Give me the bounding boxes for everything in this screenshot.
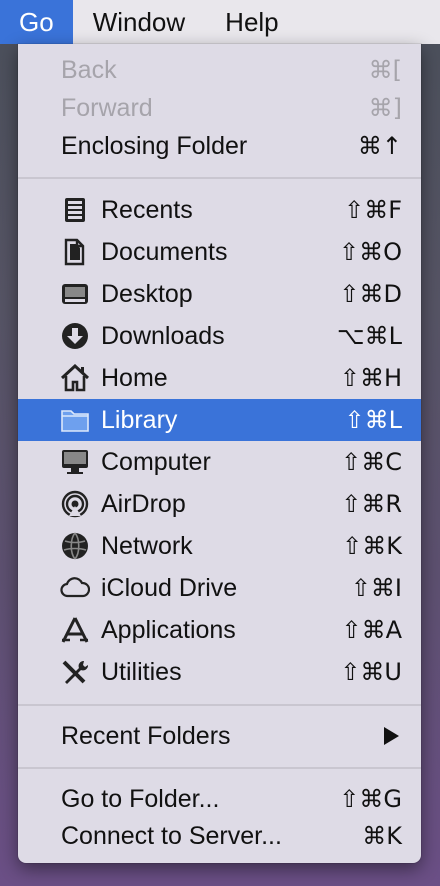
menu-item-label: Back: [61, 55, 117, 84]
menu-item-label: Utilities: [101, 657, 182, 686]
menu-item-downloads[interactable]: Downloads ⌥⌘L: [18, 315, 421, 357]
menu-item-shortcut: ⌘[: [368, 56, 402, 84]
documents-icon: [60, 238, 90, 266]
menu-item-computer[interactable]: Computer ⇧⌘C: [18, 441, 421, 483]
menu-separator: [18, 704, 421, 706]
network-icon: [60, 532, 90, 560]
menu-separator: [18, 767, 421, 769]
desktop-icon: [60, 280, 90, 308]
menu-item-library[interactable]: Library ⇧⌘L: [18, 399, 421, 441]
menu-item-shortcut: ⇧⌘A: [341, 616, 402, 644]
menu-item-label: AirDrop: [101, 489, 186, 518]
menu-item-go-to-folder[interactable]: Go to Folder... ⇧⌘G: [18, 778, 421, 820]
go-menu: Back ⌘[ Forward ⌘] Enclosing Folder ⌘↑ R…: [18, 44, 421, 863]
recents-icon: [60, 196, 90, 224]
menu-item-label: Forward: [61, 93, 153, 122]
menu-item-network[interactable]: Network ⇧⌘K: [18, 525, 421, 567]
menu-item-label: Downloads: [101, 321, 225, 350]
menu-item-label: Applications: [101, 615, 236, 644]
computer-icon: [60, 448, 90, 476]
menu-item-label: Desktop: [101, 279, 193, 308]
menu-item-desktop[interactable]: Desktop ⇧⌘D: [18, 273, 421, 315]
applications-icon: [60, 616, 90, 644]
menu-item-icloud-drive[interactable]: iCloud Drive ⇧⌘I: [18, 567, 421, 609]
menu-item-shortcut: ⇧⌘D: [339, 280, 402, 308]
menu-item-shortcut: ⌘K: [362, 822, 402, 850]
folder-icon: [60, 406, 90, 434]
menu-item-shortcut: ⇧⌘G: [339, 785, 402, 813]
menu-item-label: Network: [101, 531, 193, 560]
menu-item-shortcut: ⇧⌘K: [342, 532, 402, 560]
menu-item-shortcut: ⇧⌘L: [344, 406, 402, 434]
menu-item-home[interactable]: Home ⇧⌘H: [18, 357, 421, 399]
downloads-icon: [60, 322, 90, 350]
menubar-window[interactable]: Window: [73, 0, 205, 44]
menu-item-label: Computer: [101, 447, 211, 476]
menubar-go[interactable]: Go: [0, 0, 73, 44]
menu-separator: [18, 177, 421, 179]
menu-item-connect-to-server[interactable]: Connect to Server... ⌘K: [18, 815, 421, 857]
menu-item-shortcut: ⇧⌘H: [339, 364, 402, 392]
menu-item-shortcut: ⇧⌘U: [340, 658, 402, 686]
airdrop-icon: [60, 490, 90, 518]
menu-item-enclosing-folder[interactable]: Enclosing Folder ⌘↑: [18, 125, 421, 167]
menu-item-recent-folders[interactable]: Recent Folders: [18, 715, 421, 757]
icloud-icon: [60, 574, 90, 602]
menu-item-label: Go to Folder...: [61, 784, 220, 813]
menu-item-label: Home: [101, 363, 168, 392]
menu-item-utilities[interactable]: Utilities ⇧⌘U: [18, 651, 421, 693]
menu-item-applications[interactable]: Applications ⇧⌘A: [18, 609, 421, 651]
menu-item-label: Library: [101, 405, 178, 434]
menu-item-label: Enclosing Folder: [61, 131, 248, 160]
home-icon: [60, 364, 90, 392]
menu-item-shortcut: ⌘]: [368, 94, 402, 122]
menu-item-label: Documents: [101, 237, 228, 266]
menu-item-shortcut: ⇧⌘I: [350, 574, 402, 602]
menu-item-shortcut: ⌥⌘L: [336, 322, 402, 350]
menu-item-recents[interactable]: Recents ⇧⌘F: [18, 189, 421, 231]
menu-item-shortcut: ⇧⌘R: [341, 490, 402, 518]
menu-item-label: Recent Folders: [61, 721, 231, 750]
menu-bar: Go Window Help: [0, 0, 440, 44]
utilities-icon: [60, 658, 90, 686]
submenu-arrow-icon: [384, 727, 399, 745]
menu-item-shortcut: ⇧⌘F: [344, 196, 402, 224]
menu-item-label: Connect to Server...: [61, 821, 282, 850]
menu-item-forward[interactable]: Forward ⌘]: [18, 87, 421, 129]
menu-item-documents[interactable]: Documents ⇧⌘O: [18, 231, 421, 273]
menu-item-airdrop[interactable]: AirDrop ⇧⌘R: [18, 483, 421, 525]
menu-item-shortcut: ⌘↑: [357, 132, 402, 160]
menu-item-shortcut: ⇧⌘C: [341, 448, 402, 476]
menubar-help[interactable]: Help: [205, 0, 298, 44]
menu-item-shortcut: ⇧⌘O: [339, 238, 402, 266]
menu-item-back[interactable]: Back ⌘[: [18, 49, 421, 91]
menu-item-label: Recents: [101, 195, 193, 224]
menu-item-label: iCloud Drive: [101, 573, 238, 602]
